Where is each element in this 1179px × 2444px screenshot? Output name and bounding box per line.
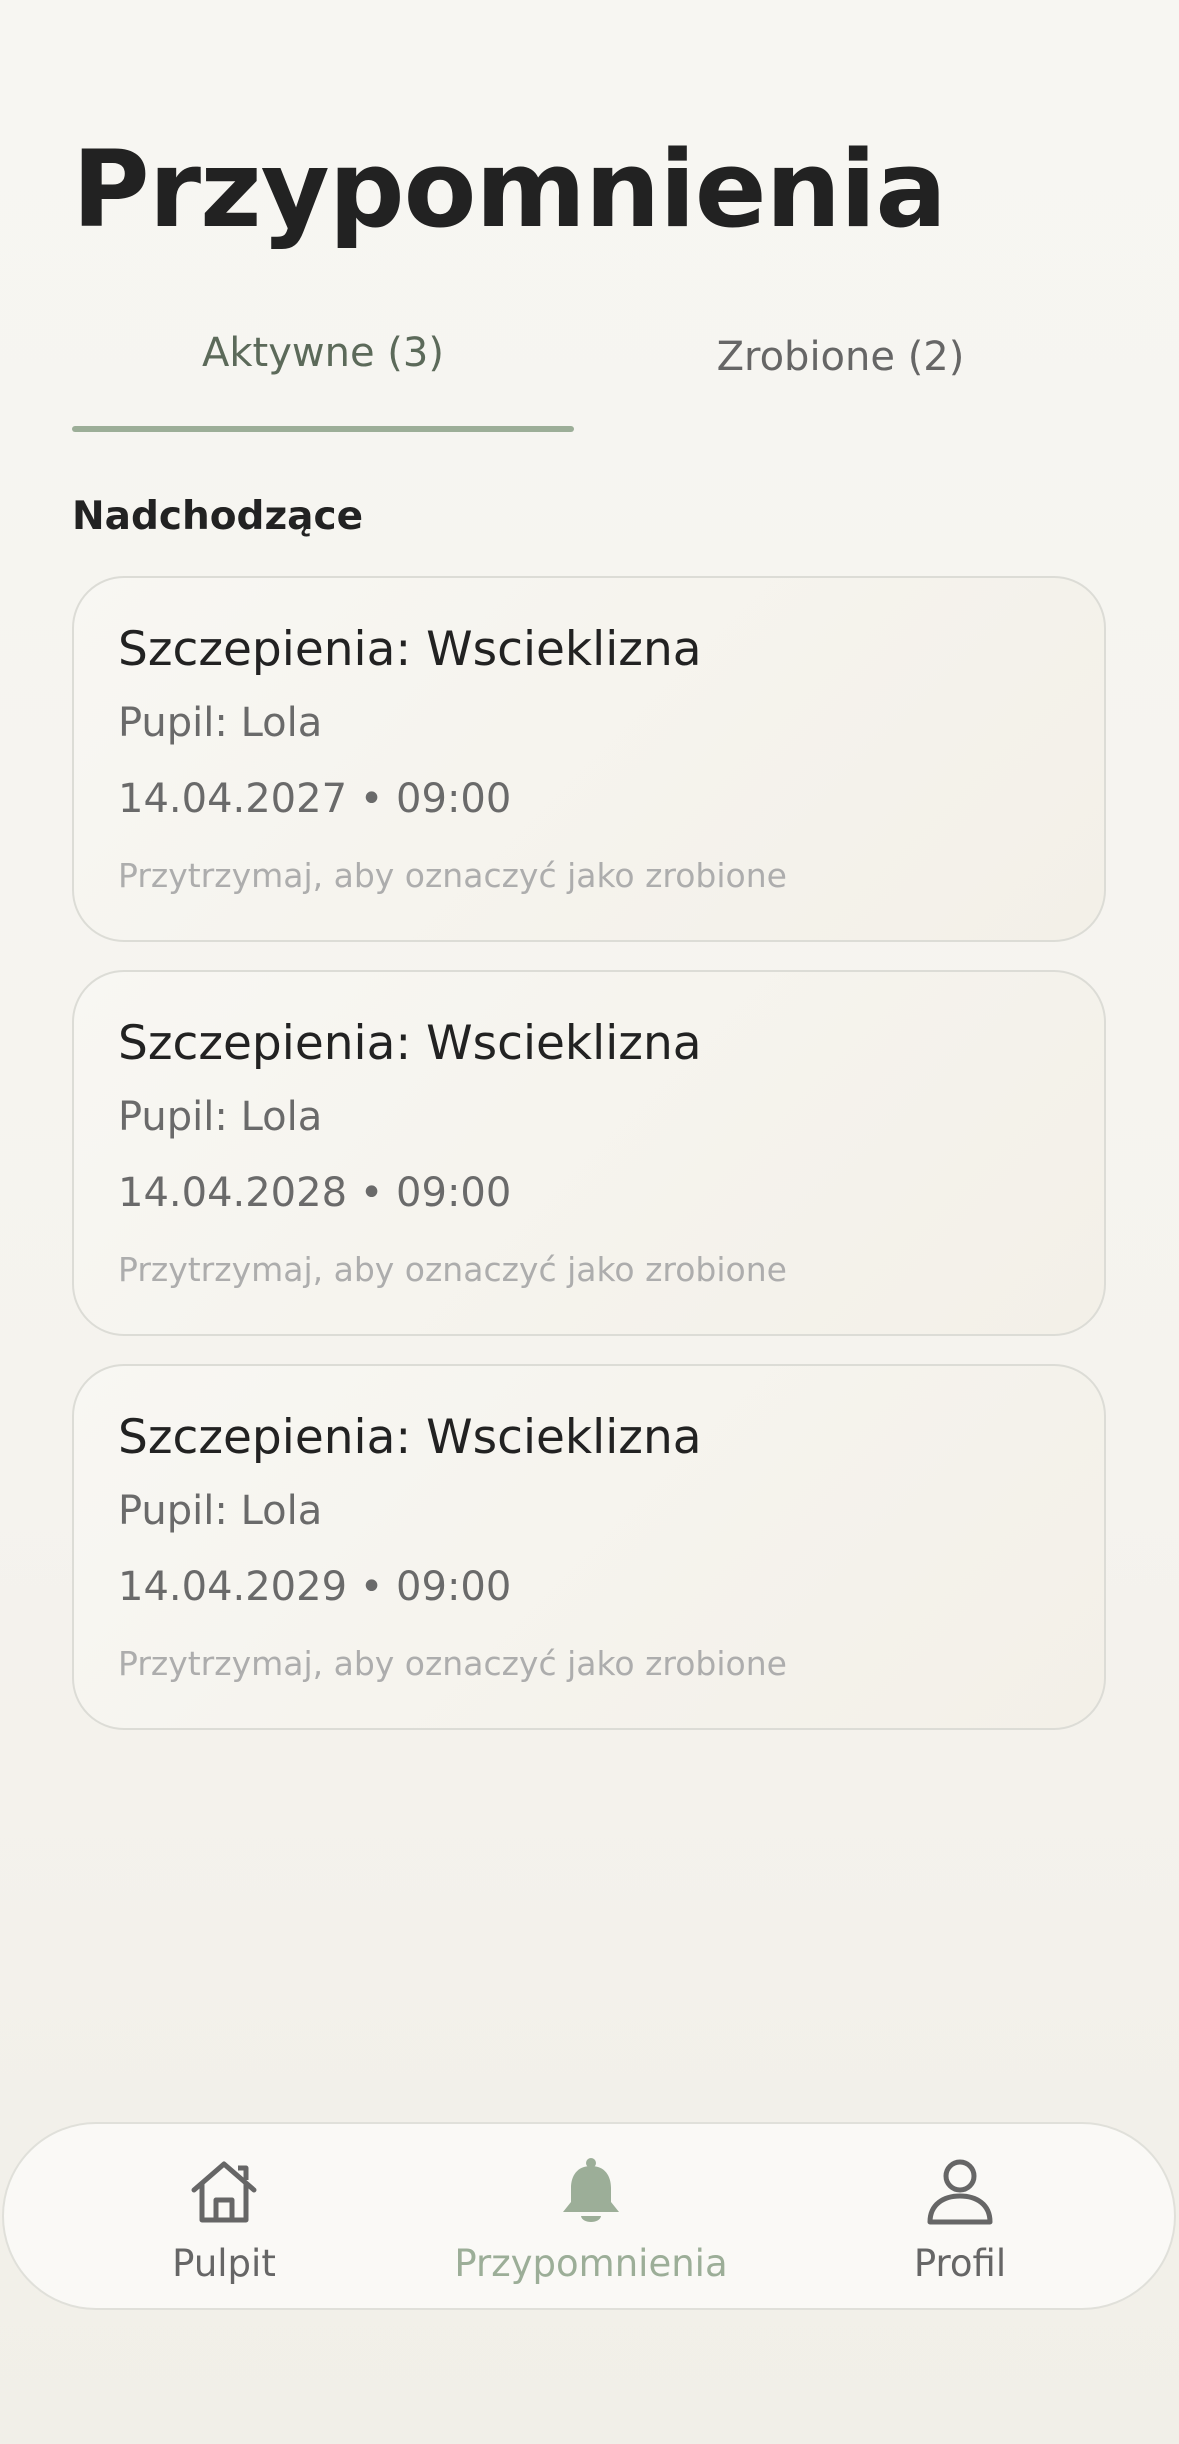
reminder-datetime: 14.04.2029 • 09:00 <box>118 1564 512 1610</box>
reminder-title: Szczepienia: Wscieklizna <box>118 622 702 677</box>
bottom-navigation: Pulpit Przypomnienia Profil <box>2 2122 1176 2310</box>
reminder-datetime: 14.04.2027 • 09:00 <box>118 776 512 822</box>
nav-label: Profil <box>913 2242 1007 2285</box>
nav-label: Pulpit <box>172 2242 276 2285</box>
page-title: Przypomnienia <box>72 128 947 251</box>
reminder-pet: Pupil: Lola <box>118 1488 323 1534</box>
tab-done-reminders[interactable]: Zrobione (2) <box>574 330 1107 434</box>
reminder-title: Szczepienia: Wscieklizna <box>118 1016 702 1071</box>
reminder-datetime: 14.04.2028 • 09:00 <box>118 1170 512 1216</box>
nav-item-profil[interactable]: Profil <box>810 2124 1110 2312</box>
reminder-hint: Przytrzymaj, aby oznaczyć jako zrobione <box>118 1250 787 1289</box>
reminder-hint: Przytrzymaj, aby oznaczyć jako zrobione <box>118 856 787 895</box>
nav-label: Przypomnienia <box>454 2242 728 2285</box>
reminder-hint: Przytrzymaj, aby oznaczyć jako zrobione <box>118 1644 787 1683</box>
section-label-upcoming: Nadchodzące <box>72 494 364 539</box>
reminder-title: Szczepienia: Wscieklizna <box>118 1410 702 1465</box>
nav-item-przypomnienia[interactable]: Przypomnienia <box>441 2124 741 2312</box>
nav-item-pulpit[interactable]: Pulpit <box>74 2124 374 2312</box>
reminder-card[interactable]: Szczepienia: Wscieklizna Pupil: Lola 14.… <box>72 1364 1106 1730</box>
reminder-card[interactable]: Szczepienia: Wscieklizna Pupil: Lola 14.… <box>72 576 1106 942</box>
user-icon <box>927 2159 993 2225</box>
bell-icon <box>563 2158 619 2222</box>
reminder-pet: Pupil: Lola <box>118 1094 323 1140</box>
reminder-card[interactable]: Szczepienia: Wscieklizna Pupil: Lola 14.… <box>72 970 1106 1336</box>
home-icon <box>191 2161 257 2223</box>
tab-active-reminders[interactable]: Aktywne (3) <box>72 330 574 430</box>
active-tab-indicator <box>72 426 574 432</box>
reminder-pet: Pupil: Lola <box>118 700 323 746</box>
tab-bar: Aktywne (3) Zrobione (2) <box>72 330 1107 434</box>
